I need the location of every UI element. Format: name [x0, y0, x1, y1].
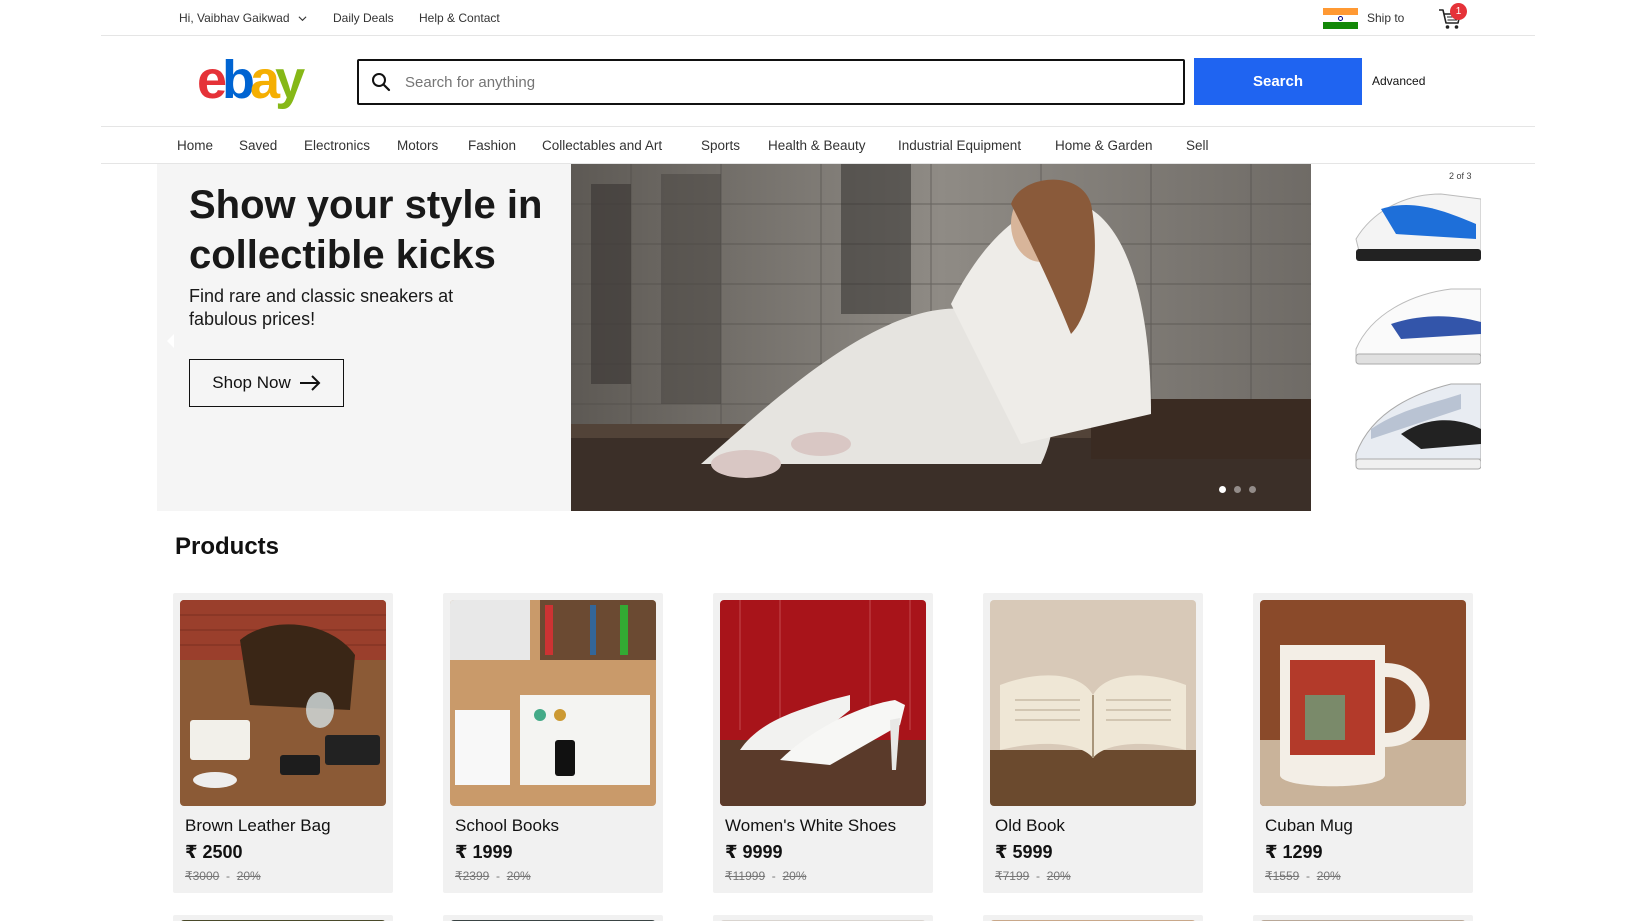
hero-image[interactable]	[571, 164, 1311, 511]
nav-item-home-garden[interactable]: Home & Garden	[1055, 138, 1153, 153]
product-name: Cuban Mug	[1265, 816, 1353, 835]
ebay-logo[interactable]: ebay	[197, 53, 315, 107]
carousel-dot[interactable]	[1219, 486, 1226, 493]
product-card[interactable]	[1253, 915, 1473, 921]
sneaker-icon	[1355, 193, 1481, 261]
product-price: ₹ 1999	[455, 842, 513, 862]
sneaker-icon	[1355, 288, 1481, 365]
product-card[interactable]: Cuban Mug ₹ 1299 ₹1559 - 20%	[1253, 593, 1473, 893]
product-card[interactable]: School Books ₹ 1999 ₹2399 - 20%	[443, 593, 663, 893]
nav-item-fashion[interactable]: Fashion	[468, 138, 516, 153]
india-flag-icon[interactable]	[1323, 8, 1358, 29]
search-bar	[357, 59, 1185, 105]
cart-count-badge: 1	[1450, 3, 1467, 20]
top-bar: Hi, Vaibhav Gaikwad Daily Deals Help & C…	[101, 0, 1535, 36]
chevron-down-icon	[298, 15, 306, 21]
hero-subtitle: Find rare and classic sneakers at fabulo…	[189, 286, 454, 329]
product-card[interactable]	[443, 915, 663, 921]
search-icon	[372, 73, 391, 92]
nav-item-sell[interactable]: Sell	[1186, 138, 1209, 153]
product-card[interactable]	[173, 915, 393, 921]
product-price: ₹ 5999	[995, 842, 1053, 862]
carousel-prev-icon[interactable]	[167, 334, 174, 348]
product-name: School Books	[455, 816, 559, 835]
hero-title: Show your style in collectible kicks	[189, 183, 543, 277]
nav-item-saved[interactable]: Saved	[239, 138, 277, 153]
product-name: Old Book	[995, 816, 1065, 835]
product-price: ₹ 1299	[1265, 842, 1323, 862]
greeting-text: Hi, Vaibhav Gaikwad	[179, 11, 290, 25]
product-old-price: ₹11999 - 20%	[725, 869, 807, 883]
product-old-price: ₹3000 - 20%	[185, 869, 261, 883]
product-price: ₹ 2500	[185, 842, 243, 862]
help-contact-link[interactable]: Help & Contact	[419, 0, 500, 36]
product-old-price: ₹7199 - 20%	[995, 869, 1071, 883]
nav-item-health-beauty[interactable]: Health & Beauty	[768, 138, 866, 153]
product-card[interactable]: Old Book ₹ 5999 ₹7199 - 20%	[983, 593, 1203, 893]
nav-item-home[interactable]: Home	[177, 138, 213, 153]
product-price: ₹ 9999	[725, 842, 783, 862]
carousel-pager: 2 of 3	[1449, 171, 1472, 181]
daily-deals-link[interactable]: Daily Deals	[333, 0, 394, 36]
nav-item-industrial[interactable]: Industrial Equipment	[898, 138, 1021, 153]
nav-item-electronics[interactable]: Electronics	[304, 138, 370, 153]
product-image[interactable]	[1260, 600, 1466, 806]
sneakers-image[interactable]	[1311, 164, 1481, 511]
arrow-right-icon	[299, 375, 321, 391]
product-image[interactable]	[720, 600, 926, 806]
category-nav: Home Saved Electronics Motors Fashion Co…	[101, 126, 1535, 164]
product-name: Brown Leather Bag	[185, 816, 331, 835]
carousel-dots	[1219, 486, 1256, 493]
product-image[interactable]	[990, 600, 1196, 806]
advanced-search-link[interactable]: Advanced	[1372, 74, 1425, 88]
product-card[interactable]	[983, 915, 1203, 921]
user-greeting[interactable]: Hi, Vaibhav Gaikwad	[179, 0, 307, 36]
product-card[interactable]	[713, 915, 933, 921]
shop-now-label: Shop Now	[212, 373, 291, 392]
hero-banner: Show your style in collectible kicks Fin…	[157, 164, 1481, 511]
carousel-dot[interactable]	[1249, 486, 1256, 493]
carousel-dot[interactable]	[1234, 486, 1241, 493]
search-button[interactable]: Search	[1194, 58, 1362, 105]
product-image[interactable]	[450, 600, 656, 806]
shop-now-button[interactable]: Shop Now	[189, 359, 344, 407]
search-input[interactable]	[405, 61, 1175, 103]
nav-item-collectables[interactable]: Collectables and Art	[542, 138, 662, 153]
product-old-price: ₹2399 - 20%	[455, 869, 531, 883]
product-image[interactable]	[180, 600, 386, 806]
product-name: Women's White Shoes	[725, 816, 897, 835]
products-heading: Products	[175, 533, 280, 560]
product-old-price: ₹1559 - 20%	[1265, 869, 1341, 883]
nav-item-motors[interactable]: Motors	[397, 138, 438, 153]
nav-item-sports[interactable]: Sports	[701, 138, 740, 153]
product-card[interactable]: Brown Leather Bag ₹ 2500 ₹3000 - 20%	[173, 593, 393, 893]
ship-to-link[interactable]: Ship to	[1367, 0, 1404, 36]
product-card[interactable]: Women's White Shoes ₹ 9999 ₹11999 - 20%	[713, 593, 933, 893]
sneaker-icon	[1355, 383, 1481, 470]
